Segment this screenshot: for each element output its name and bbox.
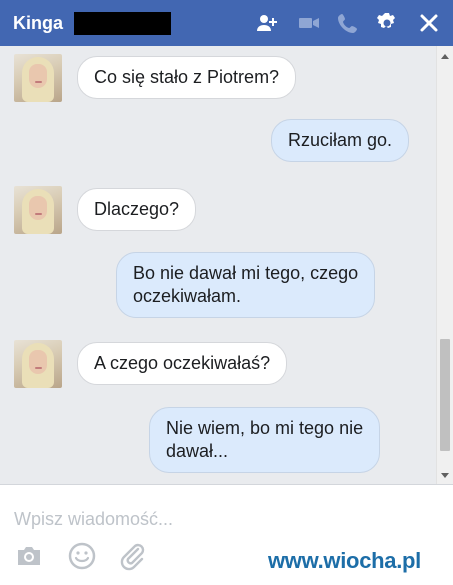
add-person-icon[interactable] [256,12,278,34]
message-line: Nie wiem, bo mi tego nie [166,418,364,438]
scroll-up-arrow-icon[interactable] [441,54,449,59]
watermark: www.wiocha.pl [268,548,421,573]
gear-icon[interactable] [376,12,398,34]
attachment-icon[interactable] [118,541,148,571]
message-line: dawał... [166,441,229,461]
message-incoming: Co się stało z Piotrem? [77,56,297,99]
phone-icon[interactable] [337,12,359,34]
camera-icon[interactable] [14,541,44,571]
avatar[interactable] [14,186,62,234]
message-line: oczekiwałam. [133,286,242,306]
contact-name[interactable]: Kinga [13,12,63,34]
scroll-down-arrow-icon[interactable] [441,473,449,478]
message-composer: Wpisz wiadomość... www.wiocha.pl [0,484,453,585]
redaction-bar [74,12,171,35]
message-outgoing: Bo nie dawał mi tego, czego oczekiwałam. [116,252,376,318]
message-outgoing: Nie wiem, bo mi tego nie dawał... [149,407,381,473]
avatar[interactable] [14,54,62,102]
scrollbar[interactable] [436,46,453,484]
scroll-thumb[interactable] [440,339,450,451]
message-list[interactable]: Co się stało z Piotrem? Rzuciłam go. Dla… [0,46,453,484]
video-call-icon[interactable] [298,12,320,34]
message-line: Bo nie dawał mi tego, czego [133,263,359,283]
message-incoming: Dlaczego? [77,188,197,231]
message-outgoing: Rzuciłam go. [271,119,410,162]
emoji-icon[interactable] [67,541,97,571]
avatar[interactable] [14,340,62,388]
message-input[interactable]: Wpisz wiadomość... [14,509,173,530]
chat-header: Kinga [0,0,453,46]
message-incoming: A czego oczekiwałaś? [77,342,288,385]
close-icon[interactable] [418,12,440,34]
